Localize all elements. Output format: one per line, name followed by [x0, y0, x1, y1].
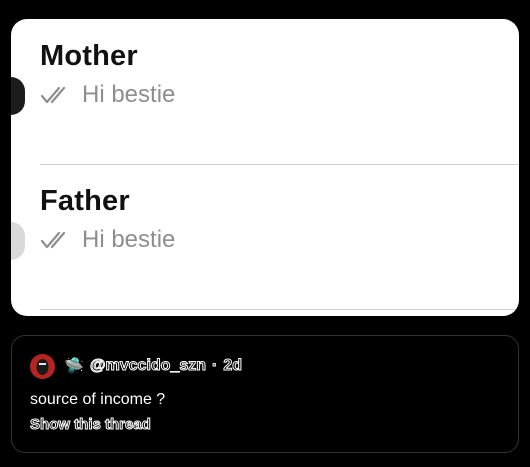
chat-name: Mother: [40, 40, 138, 72]
chat-preview-text: Hi bestie: [82, 226, 176, 253]
chat-name: Father: [40, 185, 130, 217]
tweet-text: source of income ?: [30, 391, 166, 408]
chat-item-father[interactable]: Father Hi bestie: [11, 165, 519, 310]
separator-dot: ·: [211, 357, 218, 375]
chat-preview: Hi bestie: [40, 81, 175, 109]
avatar-icon: [30, 354, 55, 379]
tweet-time: 2d: [223, 357, 243, 375]
divider: [40, 309, 519, 310]
chat-preview-text: Hi bestie: [82, 81, 176, 108]
user-handle[interactable]: @mvccido_szn: [89, 357, 206, 375]
chat-item-mother[interactable]: Mother Hi bestie: [11, 19, 519, 165]
chat-preview: Hi bestie: [40, 226, 175, 254]
double-check-icon: [40, 86, 66, 104]
avatar[interactable]: [30, 354, 55, 379]
quoted-tweet[interactable]: 🛸 @mvccido_szn · 2d source of income ? S…: [11, 335, 519, 453]
chat-list-card: Mother Hi bestie Father Hi bestie: [11, 19, 519, 316]
bottom-strip: [0, 461, 530, 467]
double-check-icon: [40, 231, 66, 249]
ufo-emoji-icon: 🛸: [64, 358, 84, 375]
tweet-meta: 🛸 @mvccido_szn · 2d: [64, 356, 243, 376]
show-thread-link[interactable]: Show this thread: [30, 416, 152, 434]
